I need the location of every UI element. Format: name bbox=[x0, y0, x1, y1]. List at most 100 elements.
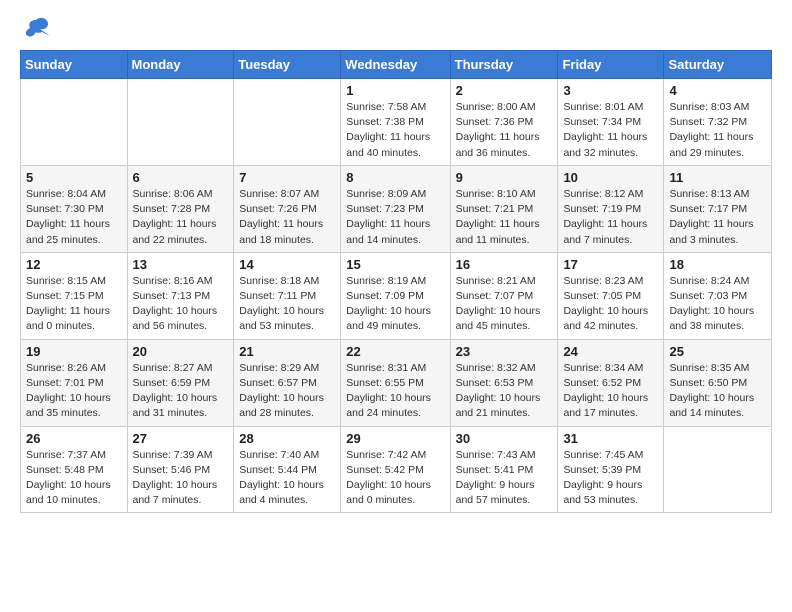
day-info: Sunrise: 8:04 AMSunset: 7:30 PMDaylight:… bbox=[26, 187, 122, 248]
weekday-header-wednesday: Wednesday bbox=[341, 51, 450, 79]
day-info: Sunrise: 8:29 AMSunset: 6:57 PMDaylight:… bbox=[239, 361, 335, 422]
day-info: Sunrise: 8:07 AMSunset: 7:26 PMDaylight:… bbox=[239, 187, 335, 248]
calendar-cell: 8 Sunrise: 8:09 AMSunset: 7:23 PMDaylight… bbox=[341, 165, 450, 252]
weekday-header-thursday: Thursday bbox=[450, 51, 558, 79]
day-number: 20 bbox=[133, 344, 229, 359]
logo bbox=[20, 16, 50, 40]
weekday-header-saturday: Saturday bbox=[664, 51, 772, 79]
weekday-header-friday: Friday bbox=[558, 51, 664, 79]
day-info: Sunrise: 7:45 AMSunset: 5:39 PMDaylight:… bbox=[563, 448, 658, 509]
calendar-cell: 22 Sunrise: 8:31 AMSunset: 6:55 PMDayligh… bbox=[341, 339, 450, 426]
day-number: 23 bbox=[456, 344, 553, 359]
day-number: 25 bbox=[669, 344, 766, 359]
calendar-cell: 25 Sunrise: 8:35 AMSunset: 6:50 PMDayligh… bbox=[664, 339, 772, 426]
day-number: 7 bbox=[239, 170, 335, 185]
week-row-4: 19Sunrise: 8:26 AMSunset: 7:01 PMDayligh… bbox=[21, 339, 772, 426]
day-info: Sunrise: 8:23 AMSunset: 7:05 PMDaylight:… bbox=[563, 274, 658, 335]
calendar-cell: 15Sunrise: 8:19 AMSunset: 7:09 PMDayligh… bbox=[341, 252, 450, 339]
day-number: 16 bbox=[456, 257, 553, 272]
day-info: Sunrise: 8:03 AMSunset: 7:32 PMDaylight:… bbox=[669, 100, 766, 161]
day-number: 24 bbox=[563, 344, 658, 359]
day-number: 18 bbox=[669, 257, 766, 272]
day-number: 31 bbox=[563, 431, 658, 446]
day-number: 4 bbox=[669, 83, 766, 98]
day-info: Sunrise: 8:01 AMSunset: 7:34 PMDaylight:… bbox=[563, 100, 658, 161]
day-info: Sunrise: 7:40 AMSunset: 5:44 PMDaylight:… bbox=[239, 448, 335, 509]
week-row-1: 1 Sunrise: 7:58 AMSunset: 7:38 PMDaylight… bbox=[21, 79, 772, 166]
day-info: Sunrise: 8:09 AMSunset: 7:23 PMDaylight:… bbox=[346, 187, 444, 248]
day-number: 22 bbox=[346, 344, 444, 359]
week-row-2: 5 Sunrise: 8:04 AMSunset: 7:30 PMDaylight… bbox=[21, 165, 772, 252]
calendar-cell: 19Sunrise: 8:26 AMSunset: 7:01 PMDayligh… bbox=[21, 339, 128, 426]
day-number: 5 bbox=[26, 170, 122, 185]
calendar-cell: 11 Sunrise: 8:13 AMSunset: 7:17 PMDayligh… bbox=[664, 165, 772, 252]
header bbox=[20, 16, 772, 40]
calendar-cell: 27Sunrise: 7:39 AMSunset: 5:46 PMDayligh… bbox=[127, 426, 234, 513]
day-info: Sunrise: 8:16 AMSunset: 7:13 PMDaylight:… bbox=[133, 274, 229, 335]
calendar-cell bbox=[234, 79, 341, 166]
calendar-cell: 10 Sunrise: 8:12 AMSunset: 7:19 PMDayligh… bbox=[558, 165, 664, 252]
day-number: 12 bbox=[26, 257, 122, 272]
day-number: 9 bbox=[456, 170, 553, 185]
day-number: 26 bbox=[26, 431, 122, 446]
day-number: 13 bbox=[133, 257, 229, 272]
calendar-cell: 7 Sunrise: 8:07 AMSunset: 7:26 PMDaylight… bbox=[234, 165, 341, 252]
day-info: Sunrise: 7:39 AMSunset: 5:46 PMDaylight:… bbox=[133, 448, 229, 509]
day-info: Sunrise: 8:35 AMSunset: 6:50 PMDaylight:… bbox=[669, 361, 766, 422]
calendar-cell: 23Sunrise: 8:32 AMSunset: 6:53 PMDayligh… bbox=[450, 339, 558, 426]
day-info: Sunrise: 8:21 AMSunset: 7:07 PMDaylight:… bbox=[456, 274, 553, 335]
day-number: 29 bbox=[346, 431, 444, 446]
calendar-cell: 17 Sunrise: 8:23 AMSunset: 7:05 PMDayligh… bbox=[558, 252, 664, 339]
logo-bird-icon bbox=[22, 16, 50, 40]
day-info: Sunrise: 8:34 AMSunset: 6:52 PMDaylight:… bbox=[563, 361, 658, 422]
calendar-cell: 24 Sunrise: 8:34 AMSunset: 6:52 PMDayligh… bbox=[558, 339, 664, 426]
calendar-cell: 20 Sunrise: 8:27 AMSunset: 6:59 PMDayligh… bbox=[127, 339, 234, 426]
day-info: Sunrise: 8:12 AMSunset: 7:19 PMDaylight:… bbox=[563, 187, 658, 248]
calendar-cell bbox=[127, 79, 234, 166]
day-info: Sunrise: 8:13 AMSunset: 7:17 PMDaylight:… bbox=[669, 187, 766, 248]
calendar-cell: 9 Sunrise: 8:10 AMSunset: 7:21 PMDaylight… bbox=[450, 165, 558, 252]
day-info: Sunrise: 7:42 AMSunset: 5:42 PMDaylight:… bbox=[346, 448, 444, 509]
page: SundayMondayTuesdayWednesdayThursdayFrid… bbox=[0, 0, 792, 612]
weekday-header-tuesday: Tuesday bbox=[234, 51, 341, 79]
day-info: Sunrise: 7:58 AMSunset: 7:38 PMDaylight:… bbox=[346, 100, 444, 161]
calendar-cell: 13 Sunrise: 8:16 AMSunset: 7:13 PMDayligh… bbox=[127, 252, 234, 339]
weekday-header-row: SundayMondayTuesdayWednesdayThursdayFrid… bbox=[21, 51, 772, 79]
day-number: 2 bbox=[456, 83, 553, 98]
calendar-cell bbox=[21, 79, 128, 166]
weekday-header-monday: Monday bbox=[127, 51, 234, 79]
calendar-cell: 29 Sunrise: 7:42 AMSunset: 5:42 PMDayligh… bbox=[341, 426, 450, 513]
calendar-cell bbox=[664, 426, 772, 513]
day-info: Sunrise: 8:24 AMSunset: 7:03 PMDaylight:… bbox=[669, 274, 766, 335]
day-info: Sunrise: 7:43 AMSunset: 5:41 PMDaylight:… bbox=[456, 448, 553, 509]
calendar-cell: 2 Sunrise: 8:00 AMSunset: 7:36 PMDaylight… bbox=[450, 79, 558, 166]
day-info: Sunrise: 8:31 AMSunset: 6:55 PMDaylight:… bbox=[346, 361, 444, 422]
day-info: Sunrise: 8:26 AMSunset: 7:01 PMDaylight:… bbox=[26, 361, 122, 422]
day-number: 8 bbox=[346, 170, 444, 185]
calendar-cell: 28 Sunrise: 7:40 AMSunset: 5:44 PMDayligh… bbox=[234, 426, 341, 513]
day-number: 30 bbox=[456, 431, 553, 446]
calendar-cell: 3Sunrise: 8:01 AMSunset: 7:34 PMDaylight… bbox=[558, 79, 664, 166]
day-info: Sunrise: 8:06 AMSunset: 7:28 PMDaylight:… bbox=[133, 187, 229, 248]
weekday-header-sunday: Sunday bbox=[21, 51, 128, 79]
calendar-cell: 4 Sunrise: 8:03 AMSunset: 7:32 PMDaylight… bbox=[664, 79, 772, 166]
day-info: Sunrise: 8:27 AMSunset: 6:59 PMDaylight:… bbox=[133, 361, 229, 422]
day-info: Sunrise: 8:10 AMSunset: 7:21 PMDaylight:… bbox=[456, 187, 553, 248]
week-row-5: 26Sunrise: 7:37 AMSunset: 5:48 PMDayligh… bbox=[21, 426, 772, 513]
day-info: Sunrise: 8:15 AMSunset: 7:15 PMDaylight:… bbox=[26, 274, 122, 335]
day-number: 10 bbox=[563, 170, 658, 185]
calendar-cell: 1 Sunrise: 7:58 AMSunset: 7:38 PMDaylight… bbox=[341, 79, 450, 166]
day-info: Sunrise: 8:00 AMSunset: 7:36 PMDaylight:… bbox=[456, 100, 553, 161]
week-row-3: 12 Sunrise: 8:15 AMSunset: 7:15 PMDayligh… bbox=[21, 252, 772, 339]
calendar-cell: 5 Sunrise: 8:04 AMSunset: 7:30 PMDaylight… bbox=[21, 165, 128, 252]
day-number: 28 bbox=[239, 431, 335, 446]
day-number: 6 bbox=[133, 170, 229, 185]
calendar-cell: 26Sunrise: 7:37 AMSunset: 5:48 PMDayligh… bbox=[21, 426, 128, 513]
calendar-cell: 12 Sunrise: 8:15 AMSunset: 7:15 PMDayligh… bbox=[21, 252, 128, 339]
day-number: 17 bbox=[563, 257, 658, 272]
calendar-cell: 21Sunrise: 8:29 AMSunset: 6:57 PMDayligh… bbox=[234, 339, 341, 426]
day-number: 14 bbox=[239, 257, 335, 272]
calendar-cell: 30 Sunrise: 7:43 AMSunset: 5:41 PMDayligh… bbox=[450, 426, 558, 513]
day-number: 1 bbox=[346, 83, 444, 98]
day-number: 11 bbox=[669, 170, 766, 185]
